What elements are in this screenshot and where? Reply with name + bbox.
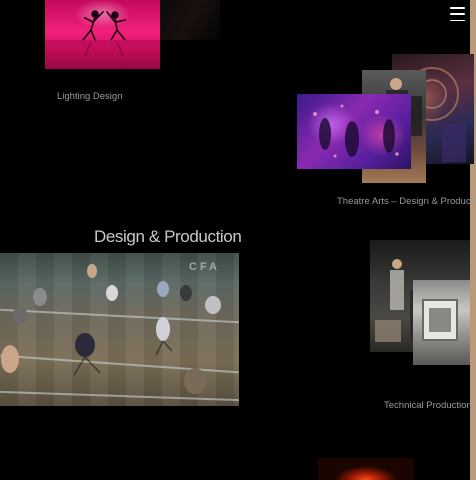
theatre-performance-image[interactable] (297, 94, 411, 169)
lighting-side-image (160, 0, 220, 40)
theatre-performance-art (313, 104, 399, 158)
page: Lighting Design Theatre Arts – Design & … (0, 0, 476, 480)
design-production-heading[interactable]: Design & Production (94, 228, 242, 245)
lighting-design-label[interactable]: Lighting Design (57, 92, 123, 102)
technical-production-label[interactable]: Technical Production (384, 401, 472, 411)
dancers-rehearsal-art (1, 264, 221, 394)
menu-line (450, 13, 465, 15)
theatre-arts-label[interactable]: Theatre Arts – Design & Production (337, 197, 476, 207)
hamburger-menu-icon[interactable] (450, 6, 466, 22)
dancers-silhouette (45, 10, 160, 69)
bottom-stage-image[interactable] (318, 458, 414, 480)
design-production-image[interactable] (0, 253, 239, 406)
lighting-design-image[interactable] (45, 0, 160, 69)
technical-set-image[interactable] (413, 280, 470, 365)
menu-line (450, 7, 465, 9)
cfa-overlay-text: CFA (189, 261, 220, 273)
technical-set-art (422, 299, 458, 341)
menu-line (450, 19, 465, 21)
